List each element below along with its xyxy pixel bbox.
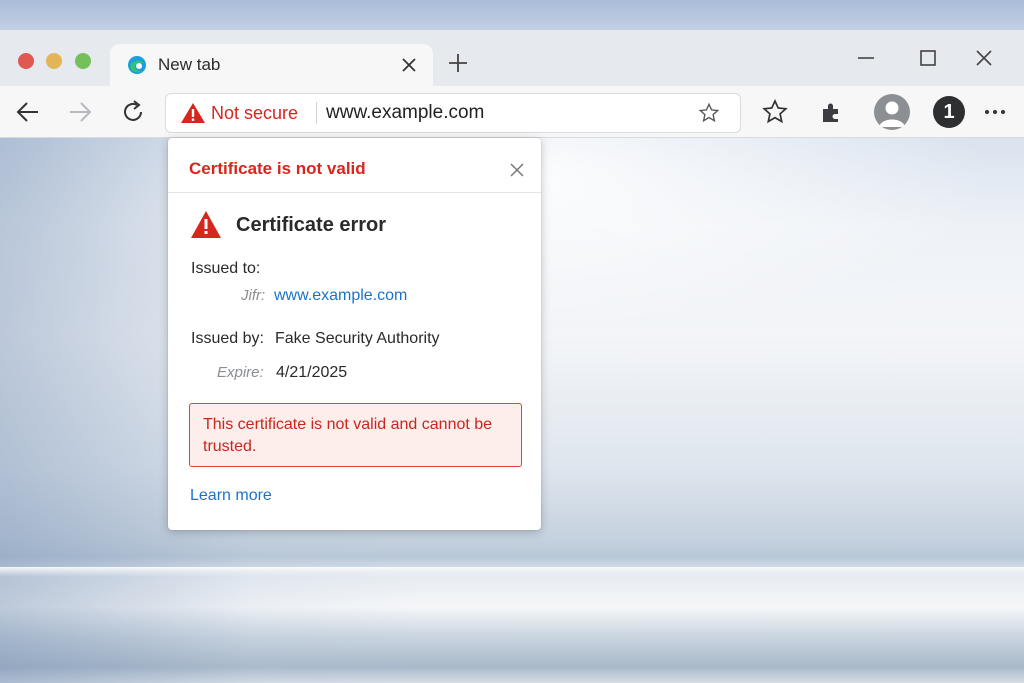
close-window-button[interactable] — [18, 53, 34, 69]
alert-message: This certificate is not valid and cannot… — [203, 416, 493, 455]
issued-to-value[interactable]: www.example.com — [274, 287, 407, 305]
close-icon[interactable] — [509, 162, 525, 178]
profile-badge[interactable]: 1 — [933, 96, 965, 128]
star-icon[interactable] — [698, 102, 720, 124]
new-tab-plus-icon[interactable] — [447, 52, 469, 74]
issued-to-label: Issued to: — [191, 260, 261, 277]
expires-value: 4/21/2025 — [276, 364, 348, 381]
issued-by-value: Fake Security Authority — [275, 330, 440, 347]
popup-title: Certificate is not valid — [189, 159, 366, 178]
certificate-error-heading: Certificate error — [236, 214, 387, 236]
issued-to-sub-label: Jifr: — [241, 287, 266, 304]
minimize-window-button[interactable] — [46, 53, 62, 69]
puzzle-icon[interactable] — [818, 98, 846, 126]
minimize-icon[interactable] — [856, 48, 876, 68]
warning-triangle-icon[interactable] — [180, 102, 206, 124]
warning-triangle-icon — [191, 211, 221, 238]
address-bar[interactable]: Not secure www.example.com — [165, 93, 741, 133]
maximize-icon[interactable] — [918, 48, 938, 68]
more-horizontal-icon[interactable] — [981, 98, 1009, 126]
url-text[interactable]: www.example.com — [326, 102, 484, 124]
close-tab-icon[interactable] — [399, 55, 419, 75]
star-outline-icon[interactable] — [761, 98, 789, 126]
reload-icon[interactable] — [119, 98, 147, 126]
tab-new-tab[interactable]: New tab — [110, 44, 433, 86]
person-icon — [879, 101, 905, 127]
arrow-right-icon[interactable] — [66, 98, 94, 126]
address-divider — [316, 102, 317, 124]
navigation-toolbar: Not secure www.example.com 1 — [0, 86, 1024, 138]
arrow-left-icon[interactable] — [14, 98, 42, 126]
not-secure-label[interactable]: Not secure — [211, 103, 298, 124]
learn-more-link[interactable]: Learn more — [190, 487, 272, 505]
certificate-popup: Certificate is not valid Certificate err… — [168, 138, 541, 530]
popup-header: Certificate is not valid — [168, 138, 541, 193]
tab-strip: New tab — [0, 30, 1024, 86]
alert-box: This certificate is not valid and cannot… — [189, 403, 522, 467]
avatar[interactable] — [874, 94, 910, 130]
expires-label: Expire: — [217, 364, 264, 381]
issued-by-label: Issued by: — [191, 330, 264, 347]
tab-title: New tab — [158, 55, 221, 74]
edge-logo-icon — [128, 56, 146, 74]
close-icon[interactable] — [974, 48, 994, 68]
zoom-window-button[interactable] — [75, 53, 91, 69]
